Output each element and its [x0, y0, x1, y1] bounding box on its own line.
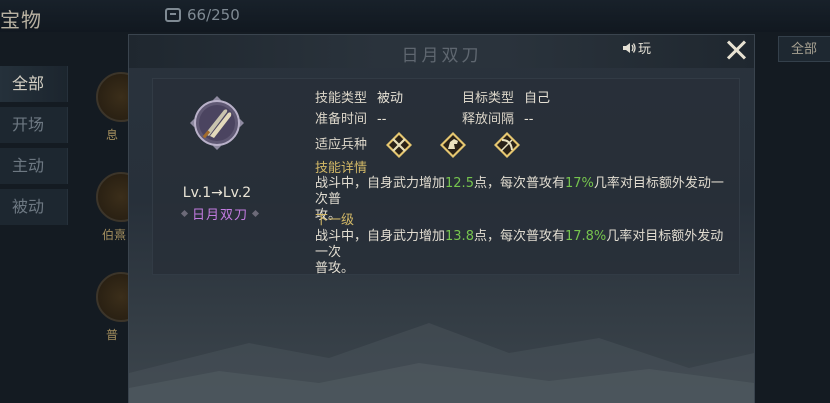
background-title: 宝物 [0, 8, 42, 32]
diamond-icon [251, 209, 260, 218]
diamond-icon [180, 209, 189, 218]
tab-active[interactable]: 主动 [0, 148, 68, 184]
skill-type-label: 技能类型 [315, 91, 368, 106]
next-text-line2: 普攻。 [315, 261, 355, 276]
skill-detail-text: 战斗中，自身武力增加12.5点，每次普攻有17%几率对目标额外发动一次普 攻。 [315, 176, 735, 224]
popup-title: 日月双刀 [401, 46, 482, 66]
bag-count: 66/250 [187, 6, 240, 24]
detail-chance-value: 17% [564, 176, 594, 191]
mountain-backdrop [129, 323, 754, 403]
skill-type-value: 被动 [377, 91, 404, 106]
level-arrow: → [211, 185, 223, 201]
filter-button[interactable]: 全部 [778, 36, 830, 62]
skill-info-panel: Lv.1→Lv.2 日月双刀 技能类型 被动 目标类型 自己 准备时间 -- 释放间隔… [153, 79, 739, 277]
next-text-part: 点，每次普攻有 [473, 229, 565, 244]
skill-level: Lv.1→Lv.2 [153, 185, 281, 201]
cavalry-unit-icon [440, 132, 467, 158]
skill-name: 日月双刀 [191, 208, 248, 223]
treasure-list: 息 伯熹 普 [78, 50, 146, 403]
level-from: Lv.1 [182, 185, 212, 201]
tab-passive[interactable]: 被动 [0, 189, 68, 225]
next-level-text: 战斗中，自身武力增加13.8点，每次普攻有17.8%几率对目标额外发动一次 普攻… [315, 229, 735, 277]
prep-time-label: 准备时间 [315, 112, 368, 127]
treasure-item-label: 伯熹 [102, 228, 127, 242]
popup-header: 日月双刀 玩 [129, 35, 754, 68]
spear-unit-icon [386, 132, 413, 158]
bow-unit-icon [494, 132, 521, 158]
next-chance-value: 17.8% [564, 229, 607, 244]
detail-text-part: 战斗中，自身武力增加 [315, 176, 446, 191]
skill-detail-popup: 日月双刀 玩 Lv.1→Lv.2 日月双刀 技能类型 被动 目标类型 自己 准备… [129, 35, 754, 403]
next-level-title: 下一级 [315, 213, 355, 228]
bag-capacity: 66/250 [165, 6, 240, 24]
detail-text-line2: 攻。 [315, 208, 342, 223]
dual-blades-icon [190, 96, 244, 150]
bag-icon [165, 8, 181, 22]
speaker-icon [623, 42, 636, 53]
next-force-value: 13.8 [445, 229, 474, 244]
prep-time-value: -- [377, 112, 387, 127]
target-type-value: 自己 [524, 91, 551, 106]
close-icon[interactable] [725, 39, 747, 61]
tab-opening[interactable]: 开场 [0, 107, 68, 143]
target-type-label: 目标类型 [462, 91, 515, 106]
detail-force-value: 12.5 [445, 176, 474, 191]
interval-label: 释放间隔 [462, 112, 515, 127]
tab-all[interactable]: 全部 [0, 66, 68, 102]
next-text-part: 战斗中，自身武力增加 [315, 229, 446, 244]
level-to: Lv.2 [222, 185, 252, 201]
category-tabs: 全部 开场 主动 被动 [0, 66, 68, 230]
detail-text-part: 点，每次普攻有 [473, 176, 565, 191]
sound-label: 玩 [638, 42, 652, 57]
skill-detail-title: 技能详情 [315, 161, 368, 176]
sound-button[interactable]: 玩 [623, 38, 651, 57]
unit-types-label: 适应兵种 [315, 137, 368, 153]
interval-value: -- [524, 112, 534, 127]
background-header: 宝物 66/250 [0, 0, 830, 32]
treasure-item-label: 普 [106, 328, 119, 342]
treasure-item-label: 息 [106, 128, 119, 142]
skill-name-plate: 日月双刀 [175, 204, 265, 223]
